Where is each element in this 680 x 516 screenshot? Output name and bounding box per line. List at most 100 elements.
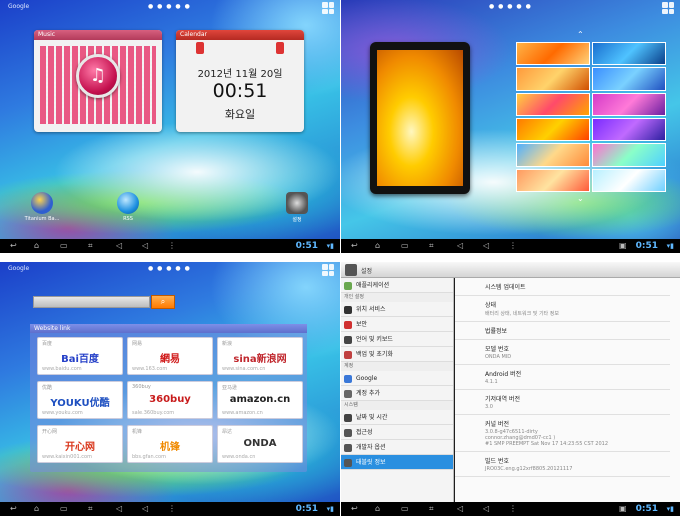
website-tile[interactable]: 网易 網易 www.163.com <box>127 337 213 375</box>
music-note-icon[interactable]: ♫ <box>76 54 120 98</box>
website-url: www.kaixin001.com <box>42 454 92 460</box>
scroll-up-icon[interactable]: ⌃ <box>577 30 584 39</box>
website-tile[interactable]: 新浪 sina新浪网 www.sina.com.cn <box>217 337 303 375</box>
settings-item[interactable]: 보안 <box>341 317 453 332</box>
wallpaper-thumb[interactable] <box>516 42 590 66</box>
settings-panel: 설정 애플리케이션 개인 설정 위치 서비스 보안 언어 및 키보드 백업 및 초기화 계정… <box>341 262 680 516</box>
settings-item[interactable]: 백업 및 초기화 <box>341 347 453 362</box>
wallpaper-thumb[interactable] <box>592 92 666 116</box>
about-row[interactable]: 법률정보 <box>455 322 670 340</box>
about-row[interactable]: 빌드 번호 JRO03C.eng.g12xrf8805.20121117 <box>455 452 670 477</box>
website-name: 机锋 <box>132 429 143 435</box>
wallpaper-thumb[interactable] <box>592 143 666 167</box>
recent-apps-icon[interactable]: ▭ <box>401 242 409 250</box>
settings-item[interactable]: 접근성 <box>341 425 453 440</box>
settings-item[interactable]: 언어 및 키보드 <box>341 332 453 347</box>
about-row-title: 시스템 업데이트 <box>485 284 526 291</box>
recent-apps-icon[interactable]: ▭ <box>60 242 68 250</box>
rss-shortcut[interactable]: RSS <box>103 192 153 222</box>
menu-icon[interactable]: ⋮ <box>168 505 176 513</box>
settings-item[interactable]: 개발자 옵션 <box>341 440 453 455</box>
settings-item-icon <box>344 459 352 467</box>
screenshot-icon[interactable]: ⌗ <box>429 505 434 513</box>
website-tile[interactable]: 百度 Bai百度 www.baidu.com <box>37 337 123 375</box>
all-apps-icon[interactable] <box>322 2 334 14</box>
about-row[interactable]: 시스템 업데이트 <box>455 278 670 296</box>
about-row[interactable]: 상태 배터리 상태, 네트워크 및 기타 정보 <box>455 296 670 322</box>
website-tile[interactable]: 优酷 YOUKU优酷 www.youku.com <box>37 381 123 419</box>
settings-item-label: 개발자 옵션 <box>356 444 386 451</box>
gear-icon <box>286 192 308 214</box>
home-icon[interactable]: ⌂ <box>34 505 39 513</box>
music-widget-title: Music <box>34 30 162 40</box>
about-row[interactable]: 기저대역 버전 3.0 <box>455 390 670 415</box>
menu-icon[interactable]: ⋮ <box>168 242 176 250</box>
music-widget[interactable]: Music ♫ <box>34 30 162 132</box>
titanium-backup-shortcut[interactable]: Titanium Ba... <box>17 192 67 222</box>
google-search-label[interactable]: Google <box>8 3 29 10</box>
all-apps-icon[interactable] <box>662 2 674 14</box>
top-bar: Google ● ● ● ● ● <box>0 262 340 276</box>
volume-up-icon[interactable]: ◁ <box>142 505 148 513</box>
menu-icon[interactable]: ⋮ <box>509 505 517 513</box>
google-search-label[interactable]: Google <box>8 265 29 272</box>
volume-down-icon[interactable]: ◁ <box>116 505 122 513</box>
wallpaper-thumb[interactable] <box>516 168 590 192</box>
volume-down-icon[interactable]: ◁ <box>457 242 463 250</box>
screenshot-icon[interactable]: ⌗ <box>88 505 93 513</box>
screenshot-icon[interactable]: ⌗ <box>88 242 93 250</box>
settings-shortcut[interactable]: 설정 <box>272 192 322 223</box>
back-icon[interactable]: ↩ <box>351 505 358 513</box>
volume-up-icon[interactable]: ◁ <box>142 242 148 250</box>
wallpaper-thumb[interactable] <box>516 143 590 167</box>
binder-clip-icon <box>196 42 204 54</box>
settings-item-icon <box>344 444 352 452</box>
website-tile[interactable]: 360buy 360buy sale.360buy.com <box>127 381 213 419</box>
recent-apps-icon[interactable]: ▭ <box>401 505 409 513</box>
volume-up-icon[interactable]: ◁ <box>483 242 489 250</box>
wifi-icon: ▾▮ <box>666 505 674 513</box>
scroll-down-icon[interactable]: ⌄ <box>577 194 584 203</box>
menu-icon[interactable]: ⋮ <box>509 242 517 250</box>
volume-down-icon[interactable]: ◁ <box>116 242 122 250</box>
home-icon[interactable]: ⌂ <box>375 242 380 250</box>
settings-item-icon <box>344 390 352 398</box>
settings-item-label: Google <box>356 375 378 382</box>
top-bar: Google ● ● ● ● ● <box>0 0 340 14</box>
back-icon[interactable]: ↩ <box>10 505 17 513</box>
calendar-widget[interactable]: Calendar 2012년 11월 20일 00:51 화요일 <box>176 30 304 132</box>
settings-item[interactable]: 날짜 및 시간 <box>341 410 453 425</box>
volume-down-icon[interactable]: ◁ <box>457 505 463 513</box>
settings-item[interactable]: 애플리케이션 <box>341 278 453 293</box>
about-row[interactable]: Android 버전 4.1.1 <box>455 365 670 390</box>
website-tile[interactable]: 昂达 ONDA www.onda.cn <box>217 425 303 463</box>
website-tile[interactable]: 开心网 开心网 www.kaixin001.com <box>37 425 123 463</box>
website-tile[interactable]: 机锋 机锋 bbs.gfan.com <box>127 425 213 463</box>
search-input[interactable] <box>33 296 150 308</box>
wallpaper-thumb[interactable] <box>516 92 590 116</box>
wallpaper-thumb[interactable] <box>592 168 666 192</box>
back-icon[interactable]: ↩ <box>10 242 17 250</box>
website-tile[interactable]: 亚马逊 amazon.cn www.amazon.cn <box>217 381 303 419</box>
calendar-weekday: 화요일 <box>224 108 256 121</box>
wallpaper-thumb[interactable] <box>592 67 666 91</box>
settings-item[interactable]: Google <box>341 371 453 386</box>
settings-item[interactable]: 태블릿 정보 <box>341 455 453 470</box>
wallpaper-thumb[interactable] <box>592 42 666 66</box>
about-row[interactable]: 커널 버전 3.0.8-g47c6511-dirty connor.zhang@d… <box>455 415 670 452</box>
settings-item[interactable]: 위치 서비스 <box>341 302 453 317</box>
website-name: 360buy <box>132 384 151 390</box>
home-icon[interactable]: ⌂ <box>375 505 380 513</box>
screenshot-icon[interactable]: ⌗ <box>429 242 434 250</box>
wallpaper-thumb[interactable] <box>592 117 666 142</box>
volume-up-icon[interactable]: ◁ <box>483 505 489 513</box>
search-button[interactable]: ⌕ <box>151 295 175 309</box>
back-icon[interactable]: ↩ <box>351 242 358 250</box>
wallpaper-thumb[interactable] <box>516 117 590 142</box>
home-icon[interactable]: ⌂ <box>34 242 39 250</box>
settings-item[interactable]: 계정 추가 <box>341 386 453 401</box>
wallpaper-thumb[interactable] <box>516 67 590 91</box>
all-apps-icon[interactable] <box>322 264 334 276</box>
recent-apps-icon[interactable]: ▭ <box>60 505 68 513</box>
about-row[interactable]: 모델 번호 ONDA MID <box>455 340 670 365</box>
